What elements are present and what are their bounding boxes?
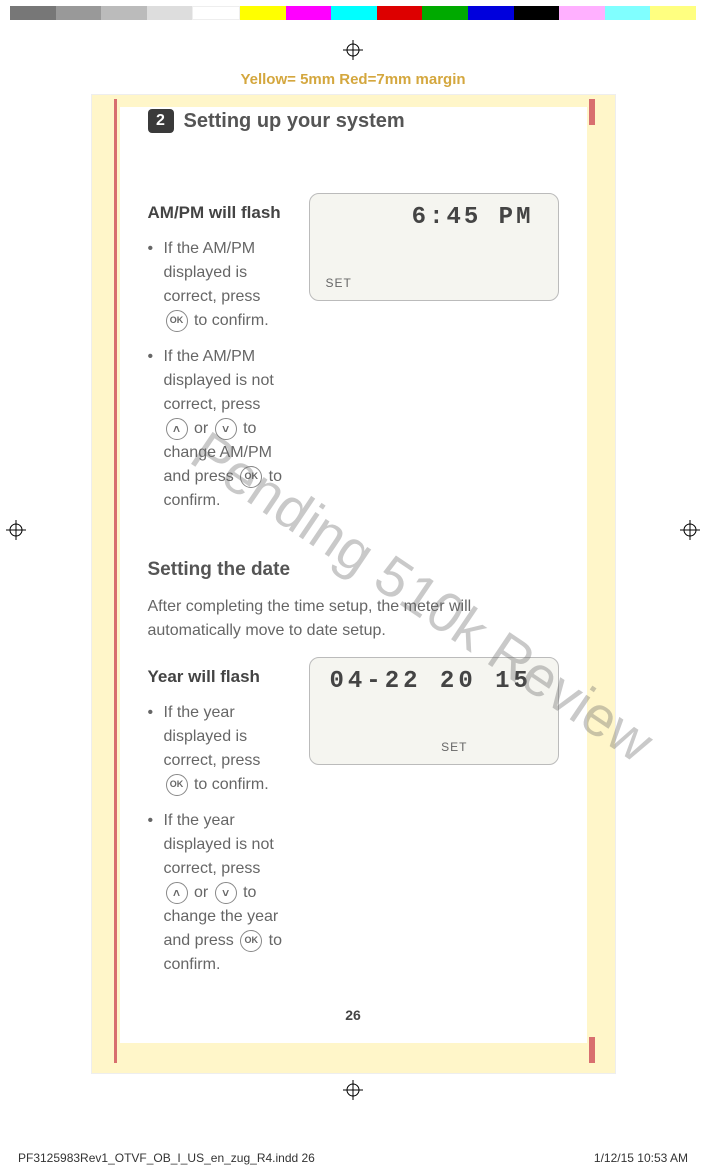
date-section-heading: Setting the date <box>148 559 559 581</box>
year-steps: If the year displayed is correct, press … <box>148 701 291 977</box>
ampm-step-1: If the AM/PM displayed is correct, press… <box>148 237 291 333</box>
date-section-intro: After completing the time setup, the met… <box>148 595 559 643</box>
footer-filename: PF3125983Rev1_OTVF_OB_I_US_en_zug_R4.ind… <box>18 1151 315 1165</box>
lcd-time-display: 6:45 PM SET <box>309 193 559 301</box>
registration-mark-left <box>6 520 26 545</box>
ampm-step-2: If the AM/PM displayed is not correct, p… <box>148 345 291 513</box>
chapter-heading: 2 Setting up your system <box>148 107 559 133</box>
ampm-heading: AM/PM will flash <box>148 203 291 223</box>
ok-button-icon: OK <box>240 466 262 488</box>
lcd-mode-label: SET <box>326 276 352 290</box>
registration-mark-right <box>680 520 700 545</box>
lcd-mode-label: SET <box>441 740 467 754</box>
ok-button-icon: OK <box>166 310 188 332</box>
up-button-icon: ˄ <box>166 418 188 440</box>
margin-rule-right-top <box>589 99 595 125</box>
ok-button-icon: OK <box>166 774 188 796</box>
print-footer: PF3125983Rev1_OTVF_OB_I_US_en_zug_R4.ind… <box>0 1111 706 1175</box>
chapter-title: Setting up your system <box>184 110 405 133</box>
lcd-date-display: 04-22 20 15 SET <box>309 657 559 765</box>
year-heading: Year will flash <box>148 667 291 687</box>
year-step-1: If the year displayed is correct, press … <box>148 701 291 797</box>
page-number: 26 <box>148 989 559 1023</box>
lcd-time-value: 6:45 PM <box>324 204 544 231</box>
registration-mark-top <box>0 40 706 65</box>
footer-timestamp: 1/12/15 10:53 AM <box>594 1151 688 1165</box>
press-color-bar <box>10 6 696 20</box>
down-button-icon: ˅ <box>215 882 237 904</box>
margin-rule-right-bottom <box>589 1037 595 1063</box>
down-button-icon: ˅ <box>215 418 237 440</box>
chapter-number: 2 <box>148 109 174 133</box>
ampm-steps: If the AM/PM displayed is correct, press… <box>148 237 291 513</box>
margin-guide-label: Yellow= 5mm Red=7mm margin <box>91 71 616 88</box>
page-content: 2 Setting up your system AM/PM will flas… <box>120 107 587 1043</box>
lcd-date-value: 04-22 20 15 <box>324 668 544 695</box>
year-step-2: If the year displayed is not correct, pr… <box>148 809 291 977</box>
ok-button-icon: OK <box>240 930 262 952</box>
up-button-icon: ˄ <box>166 882 188 904</box>
registration-mark-bottom <box>0 1080 706 1105</box>
margin-rule-left <box>114 99 117 1063</box>
bleed-area: 2 Setting up your system AM/PM will flas… <box>91 94 616 1074</box>
